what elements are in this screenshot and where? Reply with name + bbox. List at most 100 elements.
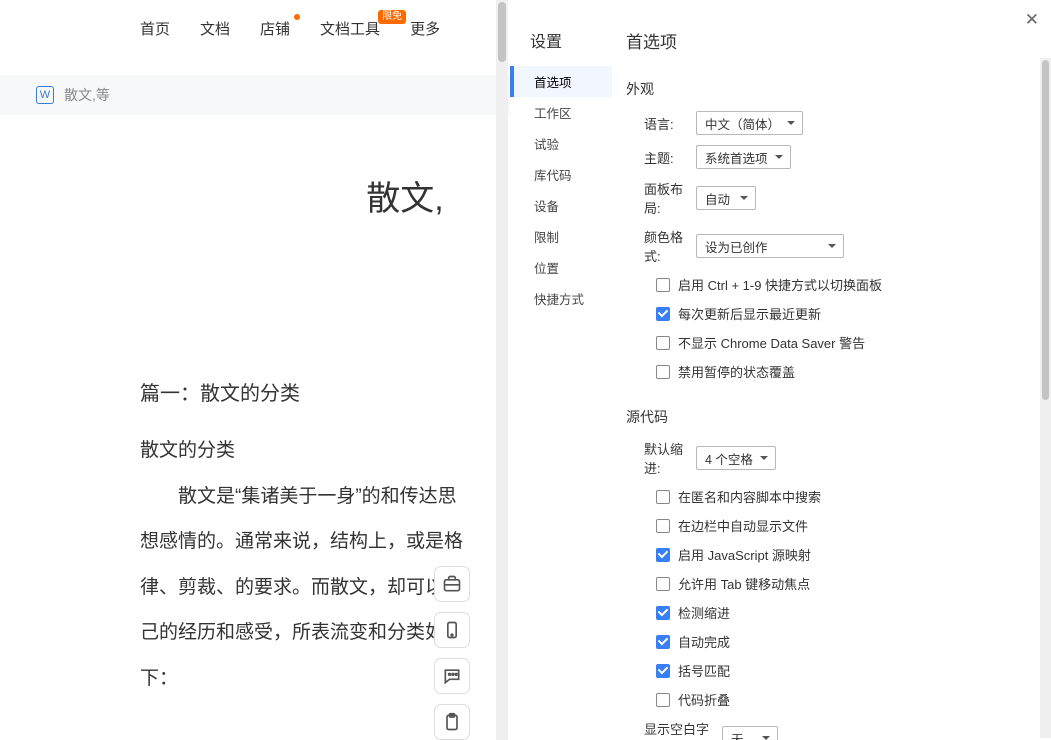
label-color: 颜色格式: bbox=[626, 227, 696, 265]
select-indent[interactable]: 4 个空格 bbox=[696, 446, 776, 470]
checkbox-label: 每次更新后显示最近更新 bbox=[678, 304, 821, 323]
check-row-tab-focus: 允许用 Tab 键移动焦点 bbox=[656, 574, 1031, 593]
label-whitespace: 显示空白字符: bbox=[626, 719, 722, 740]
checkbox-label: 禁用暂停的状态覆盖 bbox=[678, 362, 795, 381]
tool-phone[interactable] bbox=[434, 612, 470, 648]
row-indent: 默认缩进: 4 个空格 bbox=[626, 439, 1031, 477]
document-bar: W 散文,等 bbox=[0, 75, 510, 115]
checkbox-label: 在匿名和内容脚本中搜索 bbox=[678, 487, 821, 506]
sidebar-item-experiments[interactable]: 试验 bbox=[510, 128, 612, 159]
check-row-ctrl19: 启用 Ctrl + 1-9 快捷方式以切换面板 bbox=[656, 275, 1031, 294]
checkbox-reveal-sidebar[interactable] bbox=[656, 519, 670, 533]
doc-paragraph: 散文是“集诸美于一身”的和传达思想感情的。通常来说，结构上，或是格律、剪裁、的要… bbox=[140, 474, 470, 702]
checkbox-detect-indent[interactable] bbox=[656, 606, 670, 620]
check-row-code-fold: 代码折叠 bbox=[656, 690, 1031, 709]
doc-heading: 篇一：散文的分类 bbox=[140, 370, 470, 418]
document-title: 散文, bbox=[340, 171, 470, 220]
sidebar-item-library[interactable]: 库代码 bbox=[510, 159, 612, 190]
clipboard-icon bbox=[442, 712, 462, 732]
phone-icon bbox=[442, 620, 462, 640]
checkbox-label: 代码折叠 bbox=[678, 690, 730, 709]
page-scrollbar[interactable] bbox=[496, 0, 508, 740]
checkbox-label: 自动完成 bbox=[678, 632, 730, 651]
checkbox-label: 括号匹配 bbox=[678, 661, 730, 680]
select-whitespace[interactable]: 无 bbox=[722, 726, 778, 740]
settings-sidebar: 设置 首选项 工作区 试验 库代码 设备 限制 位置 快捷方式 bbox=[510, 0, 612, 740]
row-layout: 面板布局: 自动 bbox=[626, 179, 1031, 217]
settings-title: 设置 bbox=[510, 28, 612, 66]
checkbox-label: 启用 Ctrl + 1-9 快捷方式以切换面板 bbox=[678, 275, 882, 294]
checkbox-label: 在边栏中自动显示文件 bbox=[678, 516, 808, 535]
label-theme: 主题: bbox=[626, 148, 696, 167]
checkbox-paused-overlay[interactable] bbox=[656, 365, 670, 379]
checkbox-label: 启用 JavaScript 源映射 bbox=[678, 545, 811, 564]
checkbox-ctrl19[interactable] bbox=[656, 278, 670, 292]
page-title: 首选项 bbox=[626, 28, 1031, 53]
sidebar-item-workspace[interactable]: 工作区 bbox=[510, 97, 612, 128]
nav-more[interactable]: 更多 bbox=[410, 18, 440, 39]
briefcase-icon bbox=[442, 574, 462, 594]
tool-chat[interactable] bbox=[434, 658, 470, 694]
select-language[interactable]: 中文（简体） bbox=[696, 111, 803, 135]
check-row-anon-search: 在匿名和内容脚本中搜索 bbox=[656, 487, 1031, 506]
floating-toolbar bbox=[434, 566, 470, 740]
label-language: 语言: bbox=[626, 114, 696, 133]
word-doc-icon: W bbox=[36, 86, 54, 104]
nav-home[interactable]: 首页 bbox=[140, 18, 170, 39]
doc-subheading: 散文的分类 bbox=[140, 428, 470, 474]
row-color: 颜色格式: 设为已创作 bbox=[626, 227, 1031, 265]
tool-briefcase[interactable] bbox=[434, 566, 470, 602]
dot-indicator-icon bbox=[294, 14, 300, 20]
checkbox-tab-focus[interactable] bbox=[656, 577, 670, 591]
check-row-reveal-sidebar: 在边栏中自动显示文件 bbox=[656, 516, 1031, 535]
checkbox-js-sourcemap[interactable] bbox=[656, 548, 670, 562]
label-layout: 面板布局: bbox=[626, 179, 696, 217]
chat-icon bbox=[442, 666, 462, 686]
devtools-settings-panel: ✕ 设置 首选项 工作区 试验 库代码 设备 限制 位置 快捷方式 首选项 外观… bbox=[510, 0, 1051, 740]
select-theme[interactable]: 系统首选项 bbox=[696, 145, 791, 169]
nav-docs[interactable]: 文档 bbox=[200, 18, 230, 39]
checkbox-datasaver[interactable] bbox=[656, 336, 670, 350]
checkbox-whatsnew[interactable] bbox=[656, 307, 670, 321]
sidebar-item-throttling[interactable]: 限制 bbox=[510, 221, 612, 252]
document-body: 篇一：散文的分类 散文的分类 散文是“集诸美于一身”的和传达思想感情的。通常来说… bbox=[140, 370, 470, 702]
check-row-bracket-match: 括号匹配 bbox=[656, 661, 1031, 680]
settings-main: 首选项 外观 语言: 中文（简体） 主题: 系统首选项 面板布局: 自动 颜色格… bbox=[612, 0, 1051, 740]
checkbox-bracket-match[interactable] bbox=[656, 664, 670, 678]
page-content: 首页 文档 店铺 文档工具 限免 更多 W 散文,等 散文, 篇一：散文的分类 … bbox=[0, 0, 510, 740]
checkbox-anon-search[interactable] bbox=[656, 490, 670, 504]
label-indent: 默认缩进: bbox=[626, 439, 696, 477]
sidebar-item-preferences[interactable]: 首选项 bbox=[510, 66, 612, 97]
checkbox-label: 检测缩进 bbox=[678, 603, 730, 622]
checkbox-label: 不显示 Chrome Data Saver 警告 bbox=[678, 333, 865, 352]
sidebar-item-locations[interactable]: 位置 bbox=[510, 252, 612, 283]
nav-shop-label: 店铺 bbox=[260, 21, 290, 38]
select-color[interactable]: 设为已创作 bbox=[696, 234, 844, 258]
check-row-detect-indent: 检测缩进 bbox=[656, 603, 1031, 622]
check-row-paused-overlay: 禁用暂停的状态覆盖 bbox=[656, 362, 1031, 381]
scrollbar-thumb[interactable] bbox=[498, 2, 506, 62]
nav-shop[interactable]: 店铺 bbox=[260, 18, 290, 39]
settings-scrollbar[interactable] bbox=[1040, 58, 1051, 738]
top-nav: 首页 文档 店铺 文档工具 限免 更多 bbox=[0, 0, 510, 57]
select-layout[interactable]: 自动 bbox=[696, 186, 756, 210]
sidebar-item-devices[interactable]: 设备 bbox=[510, 190, 612, 221]
section-appearance: 外观 bbox=[626, 79, 1031, 99]
sidebar-item-shortcuts[interactable]: 快捷方式 bbox=[510, 283, 612, 314]
check-row-autocomplete: 自动完成 bbox=[656, 632, 1031, 651]
check-row-datasaver: 不显示 Chrome Data Saver 警告 bbox=[656, 333, 1031, 352]
checkbox-autocomplete[interactable] bbox=[656, 635, 670, 649]
badge-new: 限免 bbox=[378, 10, 406, 24]
section-sources: 源代码 bbox=[626, 407, 1031, 427]
tool-clipboard[interactable] bbox=[434, 704, 470, 740]
row-theme: 主题: 系统首选项 bbox=[626, 145, 1031, 169]
checkbox-label: 允许用 Tab 键移动焦点 bbox=[678, 574, 810, 593]
row-whitespace: 显示空白字符: 无 bbox=[626, 719, 1031, 740]
document-filename: 散文,等 bbox=[64, 85, 110, 105]
nav-tools[interactable]: 文档工具 限免 bbox=[320, 18, 380, 39]
checkbox-code-fold[interactable] bbox=[656, 693, 670, 707]
check-row-js-sourcemap: 启用 JavaScript 源映射 bbox=[656, 545, 1031, 564]
check-row-whatsnew: 每次更新后显示最近更新 bbox=[656, 304, 1031, 323]
nav-tools-label: 文档工具 bbox=[320, 21, 380, 38]
scrollbar-thumb[interactable] bbox=[1042, 60, 1049, 400]
